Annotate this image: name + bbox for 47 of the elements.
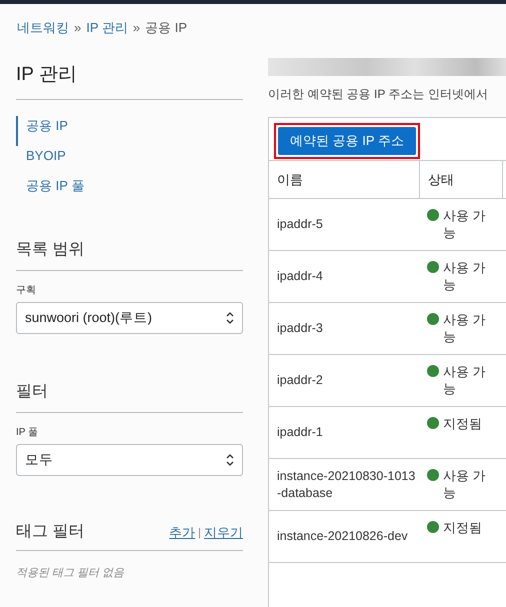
table-cell: instance-20210830-1013-database bbox=[269, 459, 420, 511]
sidebar-item[interactable]: 공용 IP 풀 bbox=[16, 176, 84, 206]
section-title: 필터 bbox=[16, 381, 243, 413]
empty-message: 적용된 태그 필터 없음 bbox=[16, 566, 126, 580]
field-label: 구획 bbox=[16, 284, 37, 297]
status-dot-icon bbox=[427, 365, 439, 377]
section-title: 태그 필터 bbox=[16, 522, 84, 542]
breadcrumb-link[interactable]: 네트워킹 bbox=[17, 20, 69, 35]
status-text: 사용 가능 bbox=[443, 311, 487, 345]
breadcrumb-link[interactable]: IP 관리 bbox=[86, 20, 128, 35]
sidebar-title: IP 관리 bbox=[16, 56, 243, 100]
description-text: 이러한 예약된 공용 IP 주소는 인터넷에서 bbox=[268, 86, 489, 103]
add-link[interactable]: 추가 bbox=[169, 524, 196, 542]
table-cell: ipaddr-1 bbox=[269, 407, 420, 459]
status-dot-icon bbox=[427, 469, 439, 481]
reserve-ip-button[interactable]: 예약된 공용 IP 주소 bbox=[278, 127, 416, 155]
table-cell: ipaddr-2 bbox=[269, 355, 420, 407]
status-dot-icon bbox=[427, 521, 439, 533]
status-text: 사용 가능 bbox=[443, 363, 487, 397]
status-text: 사용 가능 bbox=[443, 259, 487, 293]
up-down-chevron-icon bbox=[226, 311, 234, 325]
column-header[interactable]: 이름 bbox=[269, 160, 420, 199]
table-cell: ipaddr-3 bbox=[269, 303, 420, 355]
table-cell: ipaddr-4 bbox=[269, 251, 420, 303]
breadcrumb-separator: » bbox=[74, 20, 82, 35]
field-label: IP 풀 bbox=[16, 426, 40, 439]
status-text: 사용 가능 bbox=[443, 467, 487, 501]
sidebar-item[interactable]: 공용 IP bbox=[16, 116, 68, 146]
dropdown[interactable]: sunwoori (root)(루트) bbox=[16, 302, 243, 334]
breadcrumb-current: 공용 IP bbox=[145, 20, 188, 35]
up-down-chevron-icon bbox=[226, 453, 234, 467]
status-dot-icon bbox=[427, 209, 439, 221]
status-dot-icon bbox=[427, 261, 439, 273]
clear-link[interactable]: 지우기 bbox=[204, 524, 243, 542]
column-header[interactable]: 상태 bbox=[420, 160, 503, 199]
breadcrumb-separator: » bbox=[132, 20, 140, 35]
status-text: 사용 가능 bbox=[443, 207, 487, 241]
status-dot-icon bbox=[427, 313, 439, 325]
status-text: 지정됨 bbox=[443, 415, 482, 432]
dropdown[interactable]: 모두 bbox=[16, 444, 243, 476]
section-title: 목록 범위 bbox=[16, 239, 243, 271]
status-dot-icon bbox=[427, 417, 439, 429]
sidebar-item[interactable]: BYOIP bbox=[16, 146, 66, 176]
link-separator: | bbox=[198, 527, 201, 539]
table-cell: instance-20210826-dev bbox=[269, 511, 420, 563]
table-cell: ipaddr-5 bbox=[269, 199, 420, 251]
status-text: 지정됨 bbox=[443, 519, 482, 536]
